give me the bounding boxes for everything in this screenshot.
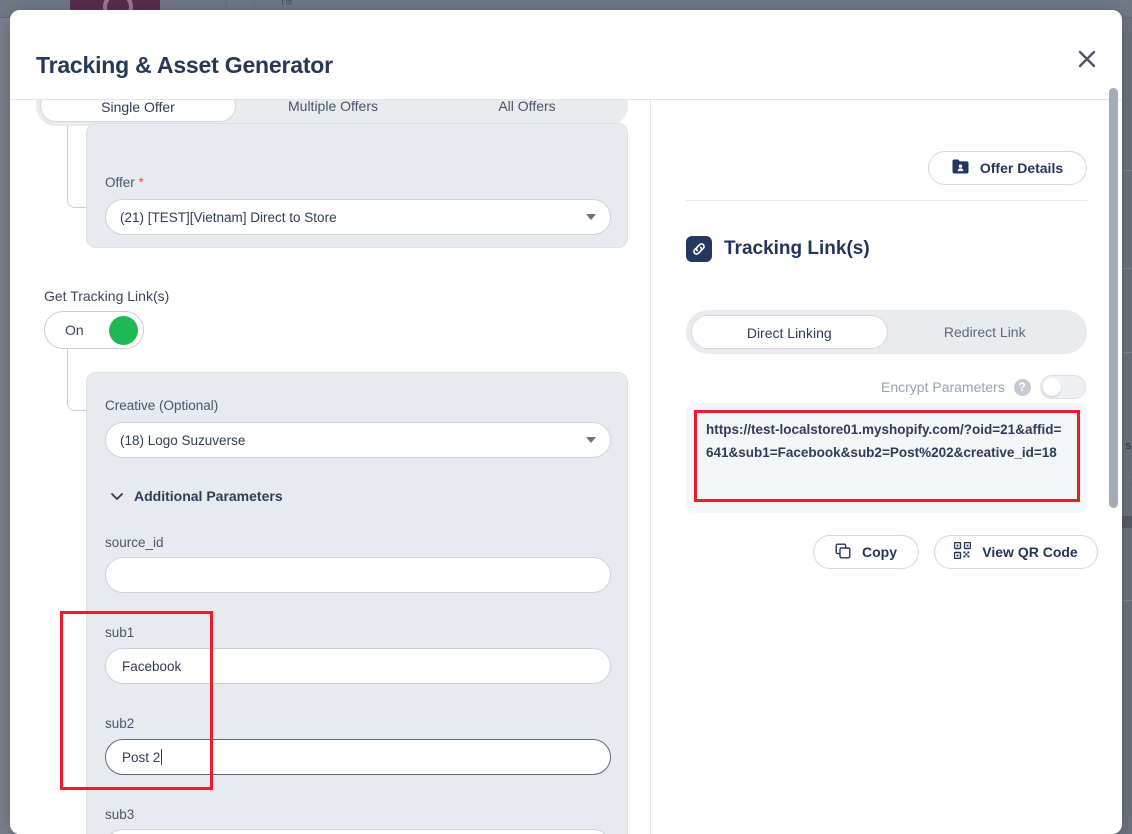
- close-icon[interactable]: [1072, 44, 1102, 74]
- chevron-down-icon: [586, 437, 596, 443]
- tracking-link-text[interactable]: https://test-localstore01.myshopify.com/…: [706, 418, 1066, 464]
- view-qr-code-button[interactable]: View QR Code: [934, 535, 1098, 569]
- text-cursor: [161, 749, 163, 765]
- source-id-input[interactable]: [105, 557, 611, 593]
- offer-details-label: Offer Details: [979, 160, 1064, 176]
- modal-scrollbar[interactable]: [1109, 88, 1118, 508]
- creative-select[interactable]: (18) Logo Suzuverse: [105, 422, 611, 458]
- view-qr-code-label: View QR Code: [982, 544, 1078, 560]
- sub2-value: Post 2: [122, 749, 161, 765]
- copy-button[interactable]: Copy: [813, 535, 919, 569]
- left-panel: Single Offer Multiple Offers All Offers …: [10, 100, 650, 834]
- additional-parameters-label: Additional Parameters: [134, 488, 283, 504]
- tab-all-offers[interactable]: All Offers: [430, 100, 624, 122]
- creative-label: Creative (Optional): [105, 398, 219, 413]
- sub1-input[interactable]: Facebook: [105, 648, 611, 684]
- connector-line-offer: [67, 126, 87, 208]
- sub3-input[interactable]: [105, 829, 611, 834]
- encrypt-parameters-label: Encrypt Parameters: [881, 379, 1005, 395]
- background-menu-text: e: [283, 0, 295, 6]
- chevron-down-icon: [110, 489, 124, 503]
- tracking-links-title-text: Tracking Link(s): [724, 238, 870, 259]
- toggle-knob: [109, 316, 138, 345]
- tab-multiple-offers[interactable]: Multiple Offers: [236, 100, 430, 122]
- question-mark-icon[interactable]: ?: [1013, 378, 1031, 396]
- encrypt-parameters-toggle[interactable]: [1039, 375, 1086, 399]
- folder-user-icon: [952, 159, 969, 177]
- page-title: Tracking & Asset Generator: [36, 52, 333, 78]
- link-icon: [686, 236, 712, 262]
- copy-label: Copy: [862, 544, 897, 560]
- offer-select-value: (21) [TEST][Vietnam] Direct to Store: [120, 209, 337, 225]
- background-text-fragment: s: [1125, 440, 1132, 452]
- sub1-label: sub1: [105, 625, 135, 640]
- link-type-tabs: Direct Linking Redirect Link: [686, 310, 1087, 354]
- tab-redirect-link[interactable]: Redirect Link: [888, 315, 1083, 349]
- qr-code-icon: [954, 541, 972, 562]
- connector-line-creative: [67, 349, 87, 411]
- get-tracking-links-toggle[interactable]: On: [44, 311, 144, 349]
- offer-select[interactable]: (21) [TEST][Vietnam] Direct to Store: [105, 199, 611, 235]
- sub3-label: sub3: [105, 807, 135, 822]
- tab-single-offer[interactable]: Single Offer: [40, 100, 236, 122]
- chevron-down-icon: [586, 214, 596, 220]
- toggle-state-label: On: [65, 322, 84, 338]
- creative-select-value: (18) Logo Suzuverse: [120, 432, 246, 448]
- modal-header: Tracking & Asset Generator: [10, 10, 1122, 100]
- tab-direct-linking[interactable]: Direct Linking: [691, 315, 888, 349]
- tracking-links-section-title: Tracking Link(s): [686, 236, 870, 262]
- toggle-knob: [1042, 378, 1061, 396]
- source-id-label: source_id: [105, 535, 164, 550]
- get-tracking-links-label: Get Tracking Link(s): [44, 288, 170, 304]
- tracking-asset-generator-modal: Tracking & Asset Generator Single Offer …: [10, 10, 1122, 834]
- offer-details-button[interactable]: Offer Details: [928, 151, 1087, 185]
- sub1-value: Facebook: [122, 658, 182, 674]
- modal-body: Single Offer Multiple Offers All Offers …: [10, 100, 1122, 834]
- offer-label: Offer *: [105, 175, 144, 190]
- additional-parameters-toggle[interactable]: Additional Parameters: [110, 488, 283, 504]
- offer-label-text: Offer: [105, 175, 135, 190]
- header-divider: [686, 200, 1087, 201]
- sub2-label: sub2: [105, 716, 135, 731]
- copy-icon: [835, 543, 851, 562]
- sub2-input[interactable]: Post 2: [105, 739, 611, 775]
- required-marker: *: [138, 175, 144, 190]
- encrypt-parameters-row: Encrypt Parameters ?: [881, 375, 1086, 399]
- right-panel: Offer Details Tracking Link(s) Direct Li…: [651, 100, 1122, 834]
